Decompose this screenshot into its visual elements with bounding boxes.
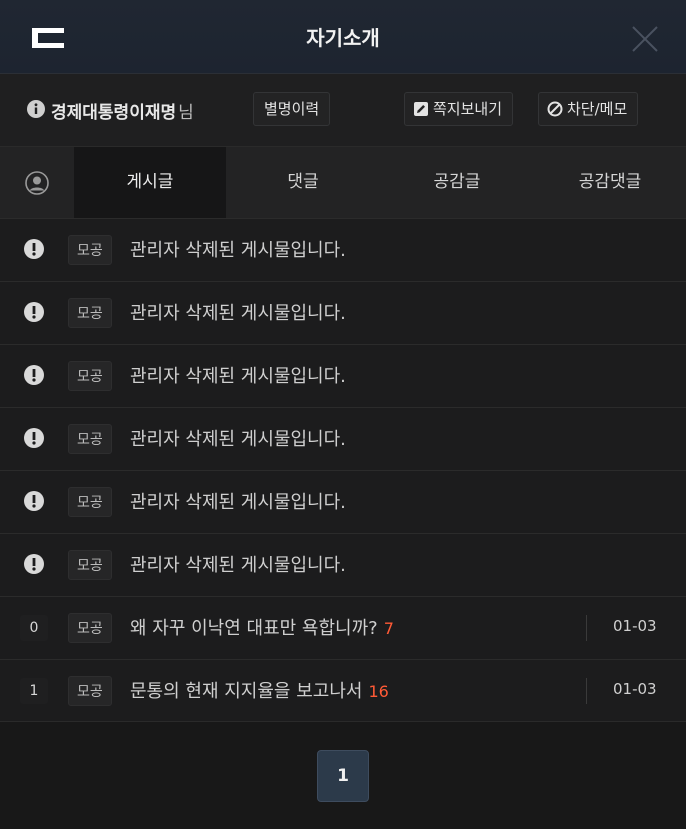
alert-icon bbox=[24, 428, 44, 448]
pencil-icon bbox=[414, 102, 428, 116]
nickname-suffix: 님 bbox=[178, 103, 194, 123]
board-badge: 모공 bbox=[68, 676, 112, 706]
board-badge: 모공 bbox=[68, 613, 112, 643]
tab-posts[interactable]: 게시글 bbox=[74, 147, 226, 218]
deleted-post-row: 모공 관리자 삭제된 게시물입니다. bbox=[0, 408, 686, 471]
user-info-bar: 경제대통령이재명 님 별명이력 쪽지보내기 차단/메모 bbox=[0, 74, 686, 147]
board-badge: 모공 bbox=[68, 298, 112, 328]
alert-icon bbox=[24, 554, 44, 574]
deleted-post-row: 모공 관리자 삭제된 게시물입니다. bbox=[0, 345, 686, 408]
post-row[interactable]: 0 모공 왜 자꾸 이낙연 대표만 욕합니까? 7 01-03 bbox=[0, 597, 686, 660]
comment-count: 16 bbox=[368, 682, 389, 701]
deleted-notice: 관리자 삭제된 게시물입니다. bbox=[130, 492, 346, 513]
deleted-post-row: 모공 관리자 삭제된 게시물입니다. bbox=[0, 534, 686, 597]
deleted-notice: 관리자 삭제된 게시물입니다. bbox=[130, 303, 346, 324]
deleted-post-row: 모공 관리자 삭제된 게시물입니다. bbox=[0, 219, 686, 282]
alert-icon bbox=[24, 365, 44, 385]
post-title: 왜 자꾸 이낙연 대표만 욕합니까? bbox=[130, 618, 378, 639]
close-icon[interactable] bbox=[630, 24, 660, 54]
tab-liked-comments[interactable]: 공감댓글 bbox=[534, 147, 686, 218]
alert-icon bbox=[24, 302, 44, 322]
block-icon bbox=[547, 101, 563, 117]
tab-bar: 게시글 댓글 공감글 공감댓글 bbox=[0, 147, 686, 219]
block-memo-label: 차단/메모 bbox=[567, 100, 628, 118]
board-badge: 모공 bbox=[68, 361, 112, 391]
post-title-link[interactable]: 문통의 현재 지지율을 보고나서 16 bbox=[130, 677, 389, 703]
deleted-notice: 관리자 삭제된 게시물입니다. bbox=[130, 240, 346, 261]
send-message-label: 쪽지보내기 bbox=[433, 100, 503, 118]
alert-icon bbox=[24, 239, 44, 259]
deleted-post-row: 모공 관리자 삭제된 게시물입니다. bbox=[0, 471, 686, 534]
divider bbox=[586, 615, 587, 641]
post-row[interactable]: 1 모공 문통의 현재 지지율을 보고나서 16 01-03 bbox=[0, 660, 686, 722]
post-title-link[interactable]: 왜 자꾸 이낙연 대표만 욕합니까? 7 bbox=[130, 614, 394, 640]
board-badge: 모공 bbox=[68, 550, 112, 580]
board-badge: 모공 bbox=[68, 487, 112, 517]
post-list: 모공 관리자 삭제된 게시물입니다. 모공 관리자 삭제된 게시물입니다. 모공… bbox=[0, 219, 686, 722]
pagination: 1 bbox=[0, 721, 686, 829]
post-date: 01-03 bbox=[613, 617, 657, 635]
deleted-post-row: 모공 관리자 삭제된 게시물입니다. bbox=[0, 282, 686, 345]
board-badge: 모공 bbox=[68, 235, 112, 265]
post-number: 1 bbox=[20, 678, 48, 704]
deleted-notice: 관리자 삭제된 게시물입니다. bbox=[130, 429, 346, 450]
post-title: 문통의 현재 지지율을 보고나서 bbox=[130, 681, 363, 702]
user-nickname: 경제대통령이재명 님 bbox=[51, 98, 194, 123]
info-icon bbox=[27, 100, 45, 118]
page-button-current[interactable]: 1 bbox=[317, 750, 369, 802]
nickname-text: 경제대통령이재명 bbox=[51, 103, 177, 123]
block-memo-button[interactable]: 차단/메모 bbox=[538, 92, 639, 126]
tab-liked-posts[interactable]: 공감글 bbox=[380, 147, 534, 218]
deleted-notice: 관리자 삭제된 게시물입니다. bbox=[130, 366, 346, 387]
comment-count: 7 bbox=[383, 619, 394, 638]
modal-title: 자기소개 bbox=[306, 26, 380, 50]
tab-comments[interactable]: 댓글 bbox=[226, 147, 380, 218]
nickname-history-button[interactable]: 별명이력 bbox=[253, 92, 331, 126]
deleted-notice: 관리자 삭제된 게시물입니다. bbox=[130, 555, 346, 576]
alert-icon bbox=[24, 491, 44, 511]
post-date: 01-03 bbox=[613, 680, 657, 698]
post-number: 0 bbox=[20, 615, 48, 641]
board-badge: 모공 bbox=[68, 424, 112, 454]
send-message-button[interactable]: 쪽지보내기 bbox=[404, 92, 514, 126]
profile-icon[interactable] bbox=[25, 171, 49, 195]
modal-header: 자기소개 bbox=[0, 0, 686, 74]
divider bbox=[586, 678, 587, 704]
